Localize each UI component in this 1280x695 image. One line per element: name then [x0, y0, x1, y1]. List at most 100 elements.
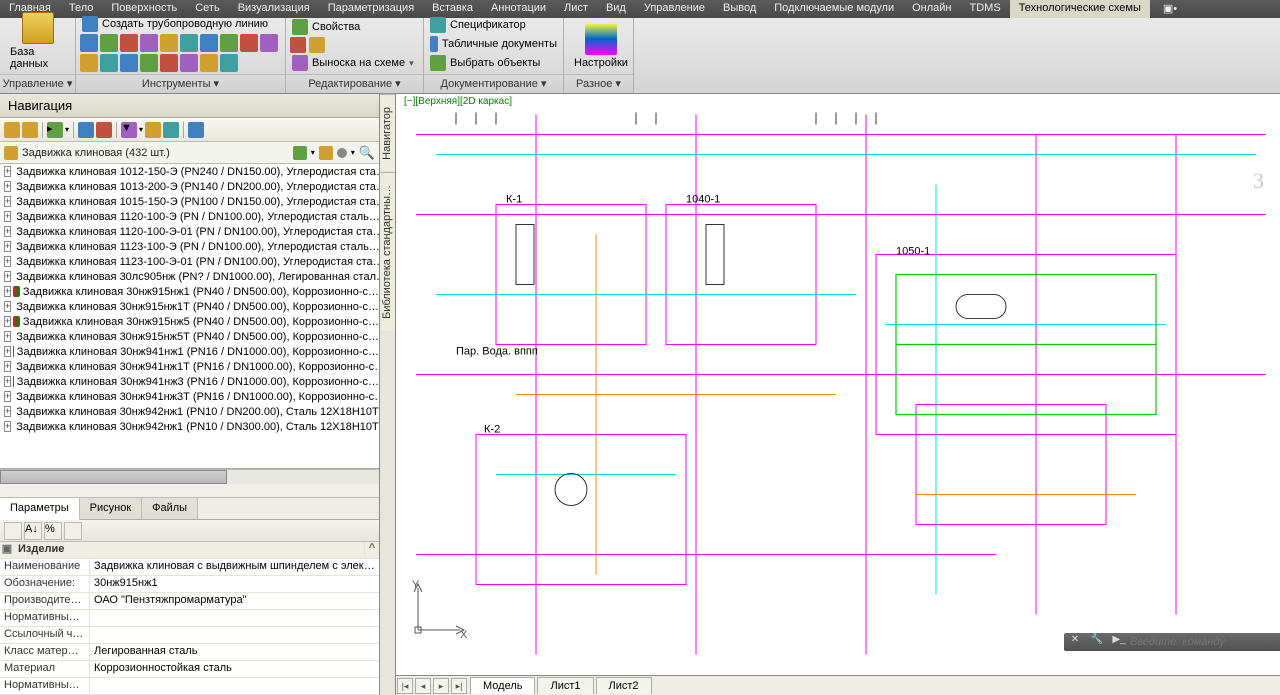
expand-icon[interactable]: +: [4, 196, 11, 207]
refresh-icon[interactable]: [293, 146, 307, 160]
menu-item[interactable]: Вывод: [714, 0, 765, 18]
tool-icon[interactable]: [96, 122, 112, 138]
group-label[interactable]: Разное ▾: [564, 74, 633, 93]
settings-button[interactable]: Настройки: [568, 21, 634, 71]
expand-icon[interactable]: +: [4, 181, 11, 192]
expand-icon[interactable]: +: [4, 211, 11, 222]
expand-icon[interactable]: %: [44, 522, 62, 540]
tool-icon[interactable]: [145, 122, 161, 138]
play-icon[interactable]: ▸: [47, 122, 63, 138]
tabledoc-button[interactable]: Табличные документы: [428, 35, 559, 53]
expand-icon[interactable]: +: [4, 301, 11, 312]
expand-icon[interactable]: +: [4, 331, 11, 342]
filter-icon[interactable]: ▼: [121, 122, 137, 138]
tab-parameters[interactable]: Параметры: [0, 498, 80, 520]
close-icon[interactable]: ✕: [1067, 634, 1083, 650]
prop-value[interactable]: [90, 627, 379, 643]
group-label[interactable]: Документирование ▾: [424, 74, 563, 93]
menu-item[interactable]: Вид: [597, 0, 635, 18]
expand-icon[interactable]: +: [4, 286, 11, 297]
tool-icon[interactable]: [100, 54, 118, 72]
tree-item[interactable]: +Задвижка клиновая 30нж941нж3Т (PN16 / D…: [0, 389, 379, 404]
tree-item[interactable]: +Задвижка клиновая 1012-150-Э (PN240 / D…: [0, 164, 379, 179]
prop-row[interactable]: Ссылочный ч…: [0, 627, 379, 644]
tree-item[interactable]: +Задвижка клиновая 1123-100-Э-01 (PN / D…: [0, 254, 379, 269]
tree-item[interactable]: +Задвижка клиновая 30нж915нж1 (PN40 / DN…: [0, 284, 379, 299]
tool-icon[interactable]: [180, 54, 198, 72]
expand-icon[interactable]: +: [4, 256, 11, 267]
expand-icon[interactable]: +: [4, 226, 11, 237]
drawing-canvas[interactable]: [−][Верхняя][2D каркас] 3 К-11040-11050-…: [396, 94, 1280, 675]
tool-icon[interactable]: [260, 34, 278, 52]
callout-button[interactable]: Выноска на схеме: [290, 54, 419, 72]
tree-item[interactable]: +Задвижка клиновая 1120-100-Э-01 (PN / D…: [0, 224, 379, 239]
tree-item[interactable]: +Задвижка клиновая 30нж915нж5 (PN40 / DN…: [0, 314, 379, 329]
tree-item[interactable]: +Задвижка клиновая 30нж942нж1 (PN10 / DN…: [0, 404, 379, 419]
search-icon[interactable]: 🔍: [359, 145, 375, 161]
tool-icon[interactable]: [120, 34, 138, 52]
folder-icon[interactable]: [4, 122, 20, 138]
tool-icon[interactable]: [200, 34, 218, 52]
tab-drawing[interactable]: Рисунок: [80, 498, 143, 519]
prop-row[interactable]: Обозначение:30нж915нж1: [0, 576, 379, 593]
expand-icon[interactable]: +: [4, 316, 11, 327]
tree-item[interactable]: +Задвижка клиновая 1015-150-Э (PN100 / D…: [0, 194, 379, 209]
h-scrollbar[interactable]: [0, 469, 379, 484]
tree-item[interactable]: +Задвижка клиновая 1013-200-Э (PN140 / D…: [0, 179, 379, 194]
menu-item[interactable]: Подключаемые модули: [765, 0, 903, 18]
vtab-navigator[interactable]: Навигатор: [380, 94, 395, 172]
prop-row[interactable]: МатериалКоррозионностойкая сталь: [0, 661, 379, 678]
record-icon[interactable]: ▣•: [1154, 0, 1178, 18]
wrench-icon[interactable]: 🔧: [1089, 634, 1105, 650]
expand-icon[interactable]: +: [4, 361, 11, 372]
group-label[interactable]: Управление ▾: [0, 74, 75, 93]
tool-icon[interactable]: [220, 34, 238, 52]
tool-icon[interactable]: [309, 37, 325, 53]
tree-item[interactable]: +Задвижка клиновая 30нж941нж1 (PN16 / DN…: [0, 344, 379, 359]
expand-icon[interactable]: +: [4, 376, 11, 387]
expand-icon[interactable]: +: [4, 406, 11, 417]
tool-icon[interactable]: [290, 37, 306, 53]
tool-icon[interactable]: [220, 54, 238, 72]
categorize-icon[interactable]: [4, 522, 22, 540]
tool-icon[interactable]: [64, 522, 82, 540]
tool-icon[interactable]: [100, 34, 118, 52]
tab-files[interactable]: Файлы: [142, 498, 198, 519]
group-label[interactable]: Редактирование ▾: [286, 74, 423, 93]
expand-caret-icon[interactable]: ^: [365, 542, 379, 558]
tree-item[interactable]: +Задвижка клиновая 30нж915нж1Т (PN40 / D…: [0, 299, 379, 314]
create-pipeline-button[interactable]: Создать трубопроводную линию: [80, 15, 281, 33]
tool-icon[interactable]: [319, 146, 333, 160]
sort-icon[interactable]: A↓: [24, 522, 42, 540]
tool-icon[interactable]: [180, 34, 198, 52]
tree-item[interactable]: +Задвижка клиновая 30нж915нж5Т (PN40 / D…: [0, 329, 379, 344]
tree-item[interactable]: +Задвижка клиновая 1120-100-Э (PN / DN10…: [0, 209, 379, 224]
vtab-library[interactable]: Библиотека стандартны…: [380, 172, 395, 331]
tool-icon[interactable]: [140, 34, 158, 52]
prev-sheet-icon[interactable]: ◂: [415, 678, 431, 694]
sheet-tab[interactable]: Лист1: [537, 677, 593, 694]
prop-value[interactable]: Легированная сталь: [90, 644, 379, 660]
tool-icon[interactable]: [240, 34, 258, 52]
tool-icon[interactable]: [80, 54, 98, 72]
tool-icon[interactable]: [160, 34, 178, 52]
group-label[interactable]: Инструменты ▾: [76, 74, 285, 93]
expand-icon[interactable]: +: [4, 241, 11, 252]
expand-icon[interactable]: +: [4, 346, 11, 357]
properties-button[interactable]: Свойства: [290, 18, 419, 36]
tree-item[interactable]: +Задвижка клиновая 1123-100-Э (PN / DN10…: [0, 239, 379, 254]
viewport-label[interactable]: [−][Верхняя][2D каркас]: [404, 96, 512, 107]
dot-icon[interactable]: [337, 148, 347, 158]
next-sheet-icon[interactable]: ▸: [433, 678, 449, 694]
prop-value[interactable]: [90, 678, 379, 694]
prop-row[interactable]: Производите…ОАО "Пензтяжпромарматура": [0, 593, 379, 610]
prop-row[interactable]: Класс матер…Легированная сталь: [0, 644, 379, 661]
tool-icon[interactable]: [163, 122, 179, 138]
first-sheet-icon[interactable]: |◂: [397, 678, 413, 694]
prop-value[interactable]: Задвижка клиновая с выдвижным шпинделем …: [90, 559, 379, 575]
tree-item[interactable]: +Задвижка клиновая 30нж941нж1Т (PN16 / D…: [0, 359, 379, 374]
prop-value[interactable]: ОАО "Пензтяжпромарматура": [90, 593, 379, 609]
breadcrumb-text[interactable]: Задвижка клиновая (432 шт.): [22, 147, 289, 159]
tree-item[interactable]: +Задвижка клиновая 30нж942нж1 (PN10 / DN…: [0, 419, 379, 434]
tree-item[interactable]: +Задвижка клиновая 30лс905нж (PN? / DN10…: [0, 269, 379, 284]
